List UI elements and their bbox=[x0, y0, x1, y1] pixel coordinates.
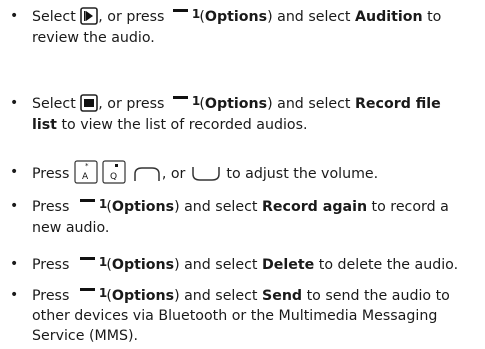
line: review the audio. bbox=[32, 30, 155, 46]
menu-option-label: Options bbox=[111, 199, 175, 215]
text: to record a bbox=[367, 199, 449, 215]
text: ) and select bbox=[174, 199, 262, 215]
menu-option-label: Record again bbox=[261, 199, 368, 215]
left-soft-key-icon: 1 bbox=[79, 285, 107, 303]
menu-option-label: Options bbox=[111, 257, 175, 273]
text: Press bbox=[32, 257, 74, 273]
key-volume-down-icon: Q bbox=[102, 160, 126, 190]
svg-text:Q: Q bbox=[110, 172, 117, 182]
left-soft-key-icon: 1 bbox=[172, 6, 200, 24]
bullet: • bbox=[10, 256, 19, 272]
text: Press bbox=[32, 199, 74, 215]
menu-option-label: Record file bbox=[355, 96, 441, 112]
menu-option-label: list bbox=[32, 117, 57, 133]
menu-option-label: Options bbox=[111, 288, 175, 304]
line: list to view the list of recorded audios… bbox=[32, 115, 308, 135]
text: , or press bbox=[98, 96, 169, 112]
text: , or press bbox=[98, 9, 169, 25]
bullet: • bbox=[10, 164, 19, 180]
line: Press 1 (Options) and select Send to sen… bbox=[32, 285, 450, 306]
text: ) and select bbox=[174, 257, 262, 273]
key-volume-up-icon: A * bbox=[74, 160, 98, 190]
text: to send the audio to bbox=[302, 288, 450, 304]
text: Select bbox=[32, 9, 81, 25]
bullet: • bbox=[10, 8, 19, 24]
text: ) and select bbox=[267, 9, 355, 25]
line: Press A * Q, or to adjust the volume. bbox=[32, 160, 378, 190]
left-soft-key-icon: 1 bbox=[79, 196, 107, 214]
menu-option-label: Delete bbox=[261, 257, 315, 273]
left-soft-key-icon: 1 bbox=[172, 93, 200, 111]
line: Press 1 (Options) and select Delete to d… bbox=[32, 254, 458, 275]
text: to delete the audio. bbox=[314, 257, 459, 273]
text: Press bbox=[32, 288, 74, 304]
text: to bbox=[422, 9, 442, 25]
end-key-icon bbox=[190, 166, 222, 188]
line: Press 1 (Options) and select Record agai… bbox=[32, 196, 449, 217]
bullet: • bbox=[10, 95, 19, 111]
text: to view the list of recorded audios. bbox=[56, 117, 308, 133]
text: Select bbox=[32, 96, 81, 112]
text: , or bbox=[161, 166, 190, 182]
text: ) and select bbox=[267, 96, 355, 112]
line: Service (MMS). bbox=[32, 328, 139, 344]
svg-text:A: A bbox=[82, 172, 89, 182]
bullet: • bbox=[10, 287, 19, 303]
text: ) and select bbox=[174, 288, 262, 304]
send-key-icon bbox=[132, 166, 162, 188]
svg-text:*: * bbox=[85, 162, 89, 170]
text: to adjust the volume. bbox=[221, 166, 379, 182]
line: new audio. bbox=[32, 220, 110, 236]
menu-option-label: Options bbox=[204, 9, 268, 25]
left-soft-key-icon: 1 bbox=[79, 254, 107, 272]
menu-option-label: Options bbox=[204, 96, 268, 112]
text: Press bbox=[32, 166, 74, 182]
bullet: • bbox=[10, 198, 19, 214]
menu-option-label: Audition bbox=[355, 9, 423, 25]
menu-option-label: Send bbox=[261, 288, 303, 304]
line: other devices via Bluetooth or the Multi… bbox=[32, 308, 438, 324]
